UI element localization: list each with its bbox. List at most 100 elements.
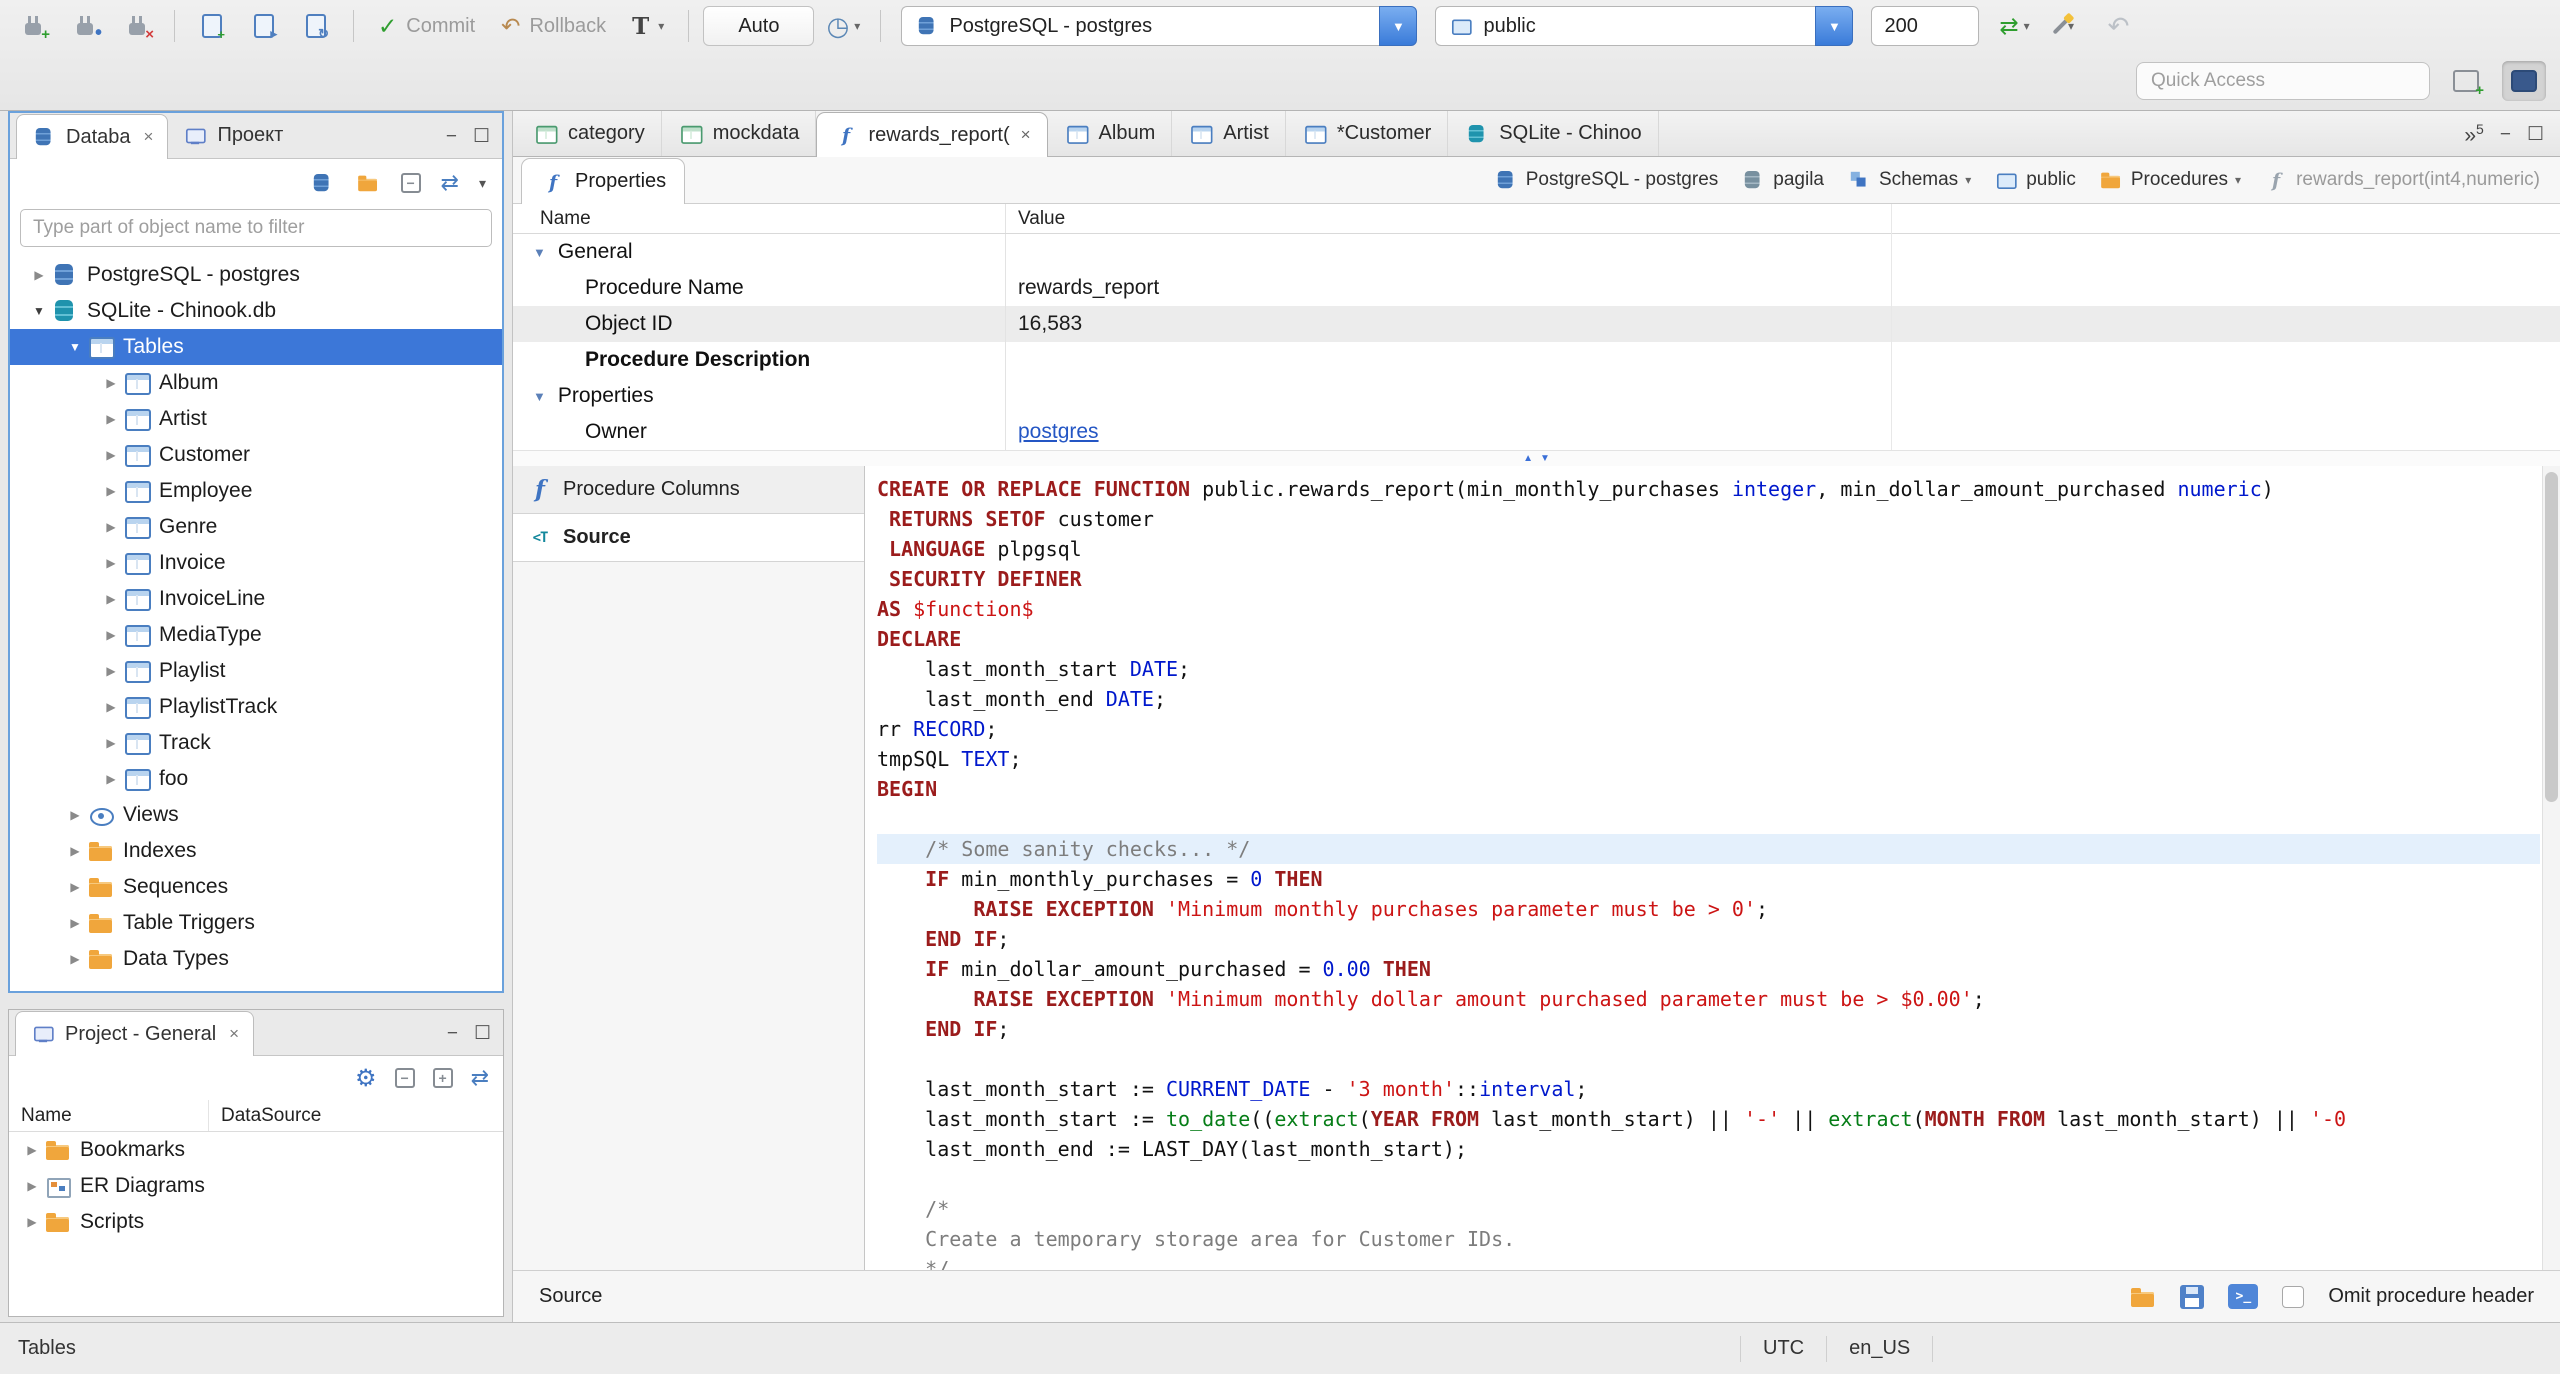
save-to-file-button[interactable]: [2180, 1276, 2205, 1318]
new-connection-button[interactable]: [10, 5, 56, 47]
tree-item-mediatype[interactable]: ▶ MediaType: [10, 617, 502, 653]
connection-combo-dropdown-button[interactable]: ▼: [1379, 6, 1418, 46]
close-icon[interactable]: ×: [144, 127, 154, 147]
collapse-all-button[interactable]: −: [400, 168, 421, 198]
reconnect-button[interactable]: [62, 5, 108, 47]
editor-tab-mockdata[interactable]: mockdata: [662, 111, 817, 156]
owner-link[interactable]: postgres: [1018, 420, 1099, 443]
expand-arrow-icon[interactable]: ▶: [98, 412, 124, 426]
expand-arrow-icon[interactable]: ▶: [98, 736, 124, 750]
tree-item-views[interactable]: ▶ Views: [10, 797, 502, 833]
column-header-name[interactable]: Name: [9, 1100, 209, 1131]
property-row-owner[interactable]: Owner postgres: [513, 414, 2560, 450]
expand-arrow-icon[interactable]: ▶: [62, 880, 88, 894]
close-icon[interactable]: ×: [229, 1024, 239, 1044]
disconnect-button[interactable]: [114, 5, 160, 47]
breadcrumb-rewards-report-int4-numeric[interactable]: rewards_report(int4,numeric): [2263, 167, 2540, 193]
navigate-back-button[interactable]: ↶: [2095, 5, 2141, 47]
expand-arrow-icon[interactable]: ▶: [98, 592, 124, 606]
tree-item-track[interactable]: ▶ Track: [10, 725, 502, 761]
omit-procedure-header-checkbox[interactable]: [2282, 1285, 2305, 1308]
expand-arrow-icon[interactable]: ▶: [98, 448, 124, 462]
property-row-procedure-description[interactable]: Procedure Description: [513, 342, 2560, 378]
auto-commit-button[interactable]: Auto: [703, 6, 815, 46]
link-with-editor-button[interactable]: ⇄: [441, 168, 459, 198]
tab-overflow-button[interactable]: »5: [2464, 121, 2483, 148]
auto-refresh-button[interactable]: ⇄ ▾: [1991, 5, 2037, 47]
dbeaver-perspective-button[interactable]: [2502, 61, 2546, 101]
tree-item-invoiceline[interactable]: ▶ InvoiceLine: [10, 581, 502, 617]
splitter-collapse-down-icon[interactable]: ▼: [1540, 453, 1550, 464]
splitter[interactable]: ▲ ▼: [513, 450, 2560, 466]
grid-header-value[interactable]: Value: [1006, 208, 1065, 230]
view-menu-button[interactable]: ▾: [479, 168, 486, 198]
tree-item-postgresql-postgres[interactable]: ▶ PostgreSQL - postgres: [10, 257, 502, 293]
scrollbar-thumb[interactable]: [2545, 472, 2558, 802]
expand-arrow-icon[interactable]: ▶: [98, 520, 124, 534]
breadcrumb-pagila[interactable]: pagila: [1740, 167, 1824, 193]
maximize-button[interactable]: ☐: [474, 1022, 491, 1045]
property-row-properties[interactable]: ▼ Properties: [513, 378, 2560, 414]
open-in-sql-console-button[interactable]: [2228, 1276, 2259, 1318]
schema-combo-field[interactable]: public: [1435, 6, 1816, 46]
expand-arrow-icon[interactable]: ▶: [62, 952, 88, 966]
tree-item-playlisttrack[interactable]: ▶ PlaylistTrack: [10, 689, 502, 725]
collapse-all-button[interactable]: −: [394, 1063, 415, 1093]
tree-item-tables[interactable]: ▼ Tables: [10, 329, 502, 365]
open-perspective-button[interactable]: [2444, 61, 2488, 101]
expand-arrow-icon[interactable]: ▶: [26, 268, 52, 282]
tab-project-general[interactable]: Project - General ×: [15, 1011, 255, 1056]
property-row-object-id[interactable]: Object ID 16,583: [513, 306, 2560, 342]
tab-properties[interactable]: Properties: [521, 158, 686, 204]
collapse-arrow-icon[interactable]: ▼: [533, 245, 546, 260]
editor-tab-rewards-report[interactable]: rewards_report(×: [816, 112, 1048, 157]
tree-item-genre[interactable]: ▶ Genre: [10, 509, 502, 545]
load-from-file-button[interactable]: [2130, 1276, 2156, 1318]
expand-all-button[interactable]: +: [432, 1063, 453, 1093]
link-with-editor-button[interactable]: ⇄: [471, 1063, 489, 1093]
connection-combo[interactable]: PostgreSQL - postgres ▼: [901, 6, 1418, 46]
pane-tab-procedure-columns[interactable]: Procedure Columns: [513, 466, 864, 514]
collapse-arrow-icon[interactable]: ▼: [26, 304, 52, 318]
schema-combo[interactable]: public ▼: [1435, 6, 1854, 46]
minimize-button[interactable]: −: [447, 1023, 458, 1045]
expand-arrow-icon[interactable]: ▶: [19, 1143, 45, 1157]
expand-arrow-icon[interactable]: ▶: [98, 556, 124, 570]
project-item-scripts[interactable]: ▶ Scripts: [9, 1204, 503, 1240]
breadcrumb-schemas[interactable]: Schemas ▾: [1846, 167, 1971, 193]
project-settings-button[interactable]: ⚙: [355, 1063, 377, 1093]
editor-tab-album[interactable]: Album: [1048, 111, 1173, 156]
expand-arrow-icon[interactable]: ▶: [98, 484, 124, 498]
locale-status[interactable]: en_US: [1849, 1337, 1910, 1360]
vertical-scrollbar[interactable]: [2542, 466, 2560, 1270]
dropdown-caret-icon[interactable]: ▾: [1965, 173, 1971, 187]
tree-item-table-triggers[interactable]: ▶ Table Triggers: [10, 905, 502, 941]
tree-item-artist[interactable]: ▶ Artist: [10, 401, 502, 437]
project-item-bookmarks[interactable]: ▶ Bookmarks: [9, 1132, 503, 1168]
dropdown-caret-icon[interactable]: ▾: [2235, 173, 2241, 187]
column-header-datasource[interactable]: DataSource: [209, 1105, 321, 1127]
breadcrumb-procedures[interactable]: Procedures ▾: [2098, 167, 2241, 193]
tab-project-explorer[interactable]: Проект: [168, 113, 297, 158]
rollback-button[interactable]: ↶ Rollback: [491, 5, 616, 47]
editor-tab-category[interactable]: category: [517, 111, 662, 156]
editor-tab-customer[interactable]: *Customer: [1286, 111, 1449, 156]
collapse-arrow-icon[interactable]: ▼: [62, 340, 88, 354]
source-editor[interactable]: CREATE OR REPLACE FUNCTION public.reward…: [865, 466, 2560, 1270]
navigator-filter-input[interactable]: [20, 209, 492, 247]
tree-item-sequences[interactable]: ▶ Sequences: [10, 869, 502, 905]
editor-tab-artist[interactable]: Artist: [1172, 111, 1286, 156]
open-sql-script-button[interactable]: [241, 5, 287, 47]
expand-arrow-icon[interactable]: ▶: [98, 628, 124, 642]
expand-arrow-icon[interactable]: ▶: [19, 1215, 45, 1229]
expand-arrow-icon[interactable]: ▶: [98, 772, 124, 786]
expand-arrow-icon[interactable]: ▶: [62, 844, 88, 858]
collapse-arrow-icon[interactable]: ▼: [533, 389, 546, 404]
minimize-button[interactable]: −: [446, 126, 457, 148]
source-code[interactable]: CREATE OR REPLACE FUNCTION public.reward…: [877, 474, 2540, 1270]
tree-item-customer[interactable]: ▶ Customer: [10, 437, 502, 473]
new-folder-button[interactable]: [355, 168, 381, 198]
editor-tab-sqlite-chinoo[interactable]: SQLite - Chinoo: [1448, 111, 1659, 156]
property-row-general[interactable]: ▼ General: [513, 234, 2560, 270]
tree-item-employee[interactable]: ▶ Employee: [10, 473, 502, 509]
